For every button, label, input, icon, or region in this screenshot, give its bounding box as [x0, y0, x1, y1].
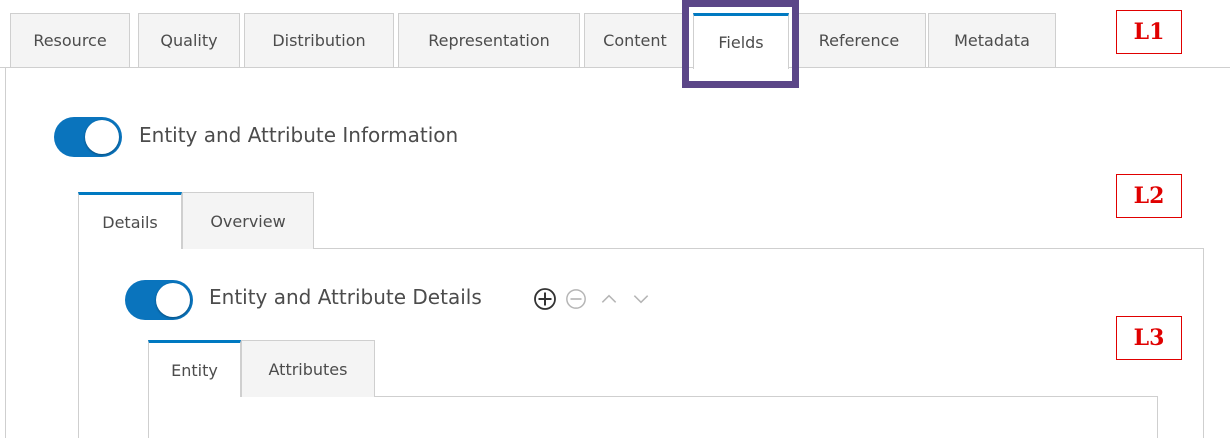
tab-entity[interactable]: Entity: [148, 340, 241, 397]
entity-panel-left-border: [148, 396, 149, 438]
callout-l2: L2: [1116, 174, 1182, 218]
callout-l1: L1: [1116, 10, 1182, 54]
details-panel-right-border: [1203, 248, 1204, 438]
details-panel-left-border: [78, 248, 79, 438]
tab-bar-divider: [0, 67, 1230, 68]
chevron-down-icon[interactable]: [628, 286, 654, 312]
tab-resource[interactable]: Resource: [10, 13, 130, 67]
entity-attribute-details-toggle[interactable]: [125, 280, 193, 320]
tab-distribution[interactable]: Distribution: [244, 13, 394, 67]
remove-circle-icon[interactable]: [563, 286, 589, 312]
entity-attribute-details-label: Entity and Attribute Details: [209, 285, 482, 309]
tab-representation[interactable]: Representation: [398, 13, 580, 67]
tab-quality[interactable]: Quality: [138, 13, 240, 67]
toggle-knob: [85, 120, 119, 154]
tab-overview[interactable]: Overview: [182, 192, 314, 249]
entity-attribute-info-toggle[interactable]: [54, 117, 122, 157]
details-panel-top-border: [314, 248, 1204, 249]
content-left-border: [5, 68, 6, 438]
entity-panel-right-border: [1157, 396, 1158, 438]
callout-l3: L3: [1116, 316, 1182, 360]
entity-panel-top-border: [375, 396, 1158, 397]
add-circle-icon[interactable]: [532, 286, 558, 312]
fields-tab-highlight: [682, 0, 799, 88]
tab-metadata[interactable]: Metadata: [928, 13, 1056, 67]
chevron-up-icon[interactable]: [596, 286, 622, 312]
tab-details[interactable]: Details: [78, 192, 182, 249]
tab-content[interactable]: Content: [584, 13, 686, 67]
top-tab-bar: Resource Quality Distribution Representa…: [0, 0, 1230, 69]
entity-attribute-info-label: Entity and Attribute Information: [139, 123, 459, 147]
toggle-knob: [156, 283, 190, 317]
tab-attributes[interactable]: Attributes: [241, 340, 375, 397]
tab-reference[interactable]: Reference: [792, 13, 926, 67]
